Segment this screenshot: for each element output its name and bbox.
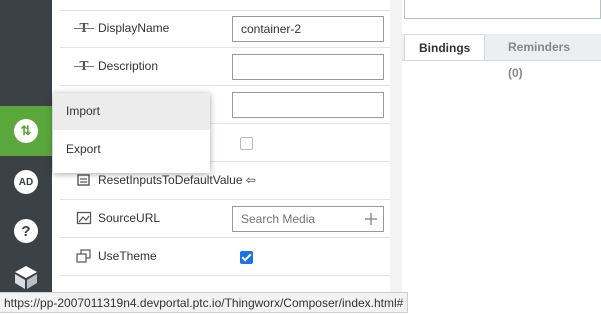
help-icon: ? xyxy=(14,219,38,243)
composer-cube-icon xyxy=(15,266,37,289)
tab-reminders[interactable]: Reminders (0) xyxy=(494,34,601,80)
displayname-input[interactable] xyxy=(232,16,384,42)
text-type-icon: T xyxy=(74,21,94,35)
status-area-background xyxy=(420,292,601,313)
help-nav-button[interactable]: ? xyxy=(0,207,52,255)
tab-bindings[interactable]: Bindings xyxy=(404,34,486,60)
right-panel: Bindings Reminders (0) xyxy=(390,0,601,292)
checkbox-unchecked[interactable] xyxy=(240,137,253,150)
import-export-icon: ⇅ xyxy=(14,119,38,143)
property-label: UseTheme xyxy=(98,249,157,263)
right-top-box xyxy=(404,0,601,19)
import-export-nav-button[interactable]: ⇅ xyxy=(0,106,52,156)
service-icon xyxy=(77,174,90,186)
property-row-description: T Description xyxy=(60,48,390,86)
bind-arrow-icon[interactable]: ⇦ xyxy=(246,173,256,187)
status-url: https://pp-2007011319n4.devportal.ptc.io… xyxy=(0,292,409,313)
usetheme-checkbox[interactable] xyxy=(240,251,253,264)
ad-nav-button[interactable]: AD xyxy=(0,158,52,206)
rail-top-area xyxy=(0,0,52,106)
import-export-menu: Import Export xyxy=(53,93,210,173)
property-label: ResetInputsToDefaultValue ⇦ xyxy=(98,173,256,187)
property-label: SourceURL xyxy=(98,211,161,225)
bindings-tabbar: Bindings Reminders (0) xyxy=(402,34,601,80)
search-media-input[interactable] xyxy=(232,206,384,232)
property-label: Description xyxy=(98,59,159,73)
ad-icon: AD xyxy=(14,170,38,194)
menu-item-export[interactable]: Export xyxy=(53,131,210,168)
theme-icon xyxy=(76,249,91,263)
image-icon xyxy=(76,211,92,225)
menu-item-import[interactable]: Import xyxy=(53,93,210,130)
composer-nav-button[interactable] xyxy=(0,260,52,292)
left-nav-rail: ⇅ AD ? xyxy=(0,0,52,313)
text-type-icon: T xyxy=(74,59,94,73)
property-row-displayname: T DisplayName xyxy=(60,10,390,48)
add-icon[interactable] xyxy=(365,213,377,225)
text-input[interactable] xyxy=(232,92,384,118)
property-row-usetheme: UseTheme xyxy=(60,238,390,276)
property-label: DisplayName xyxy=(98,21,170,35)
description-input[interactable] xyxy=(232,54,384,80)
property-row-sourceurl: SourceURL xyxy=(60,200,390,238)
